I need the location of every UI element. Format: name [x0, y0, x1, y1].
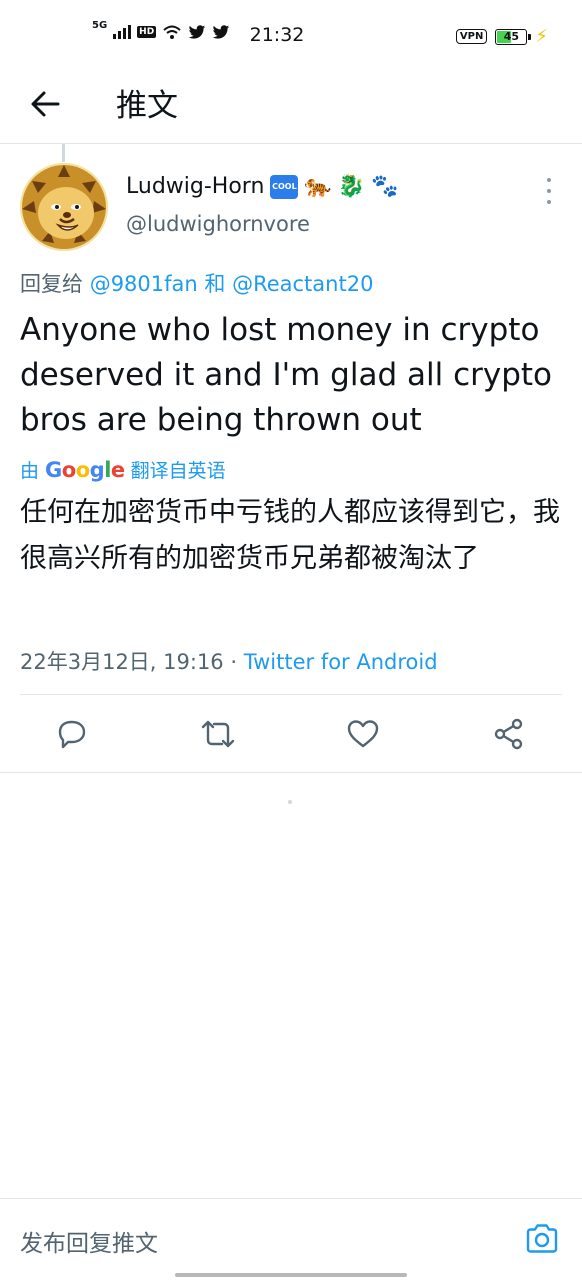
status-bar: 5G HD 21:32 VPN 45 ⚡: [0, 0, 582, 70]
lion-avatar-icon: [20, 163, 108, 251]
meta-separator: ·: [230, 650, 238, 674]
camera-button[interactable]: [524, 1221, 560, 1257]
tiger-emoji-icon: 🐅: [304, 173, 332, 199]
cool-badge-icon: COOL: [270, 174, 299, 199]
arrow-left-icon: [31, 91, 60, 117]
tweet-text: Anyone who lost money in crypto deserved…: [20, 312, 553, 438]
camera-icon: [526, 1224, 558, 1253]
reply-prefix: 回复给: [20, 272, 83, 296]
google-logo: Google: [45, 457, 125, 482]
reply-compose-bar[interactable]: 发布回复推文: [0, 1198, 582, 1280]
battery-icon: 45: [495, 28, 532, 45]
tweet-timestamp: 22年3月12日, 19:16: [20, 650, 224, 674]
home-indicator[interactable]: [175, 1273, 407, 1277]
translate-label[interactable]: 翻译自英语: [131, 456, 226, 483]
divider: [20, 694, 562, 695]
tweet-source[interactable]: Twitter for Android: [244, 650, 438, 674]
like-button[interactable]: [345, 716, 381, 752]
translated-text: 任何在加密货币中亏钱的人都应该得到它，我很高兴所有的加密货币兄弟都被淘汰了: [20, 497, 560, 574]
vpn-icon: VPN: [455, 29, 488, 44]
author-display-name[interactable]: Ludwig-Horn: [126, 174, 264, 199]
reply-icon: [58, 720, 86, 749]
charging-icon: ⚡: [535, 26, 548, 47]
heart-icon: [347, 720, 379, 748]
reply-user-link-1[interactable]: @9801fan: [90, 272, 198, 296]
loading-indicator: [288, 800, 292, 804]
retweet-button[interactable]: [200, 716, 236, 752]
back-button[interactable]: [26, 84, 66, 124]
more-vertical-icon[interactable]: [540, 178, 558, 204]
dragon-emoji-icon: 🐉: [337, 173, 366, 199]
tweet-actions: [0, 706, 582, 762]
translation-attribution[interactable]: 由 Google 翻译自英语: [20, 456, 226, 483]
reply-button[interactable]: [54, 716, 90, 752]
retweet-icon: [201, 720, 235, 748]
reply-input[interactable]: 发布回复推文: [20, 1224, 158, 1258]
author-handle[interactable]: @ludwighornvore: [126, 212, 310, 236]
battery-level: 45: [503, 29, 520, 43]
tweet-meta: 22年3月12日, 19:16 · Twitter for Android: [20, 646, 438, 676]
app-header: 推文: [0, 70, 582, 144]
share-button[interactable]: [491, 716, 527, 752]
reply-and: 和: [204, 272, 226, 296]
author-name-row[interactable]: Ludwig-Horn COOL 🐅 🐉 🐾: [126, 174, 399, 199]
status-right: VPN 45 ⚡: [455, 26, 548, 47]
replying-to: 回复给 @9801fan 和 @Reactant20: [20, 268, 373, 298]
translate-by: 由: [20, 460, 40, 482]
thread-connector: [62, 144, 65, 162]
paw-prints-emoji-icon: 🐾: [371, 173, 399, 199]
avatar[interactable]: [20, 163, 108, 251]
share-icon: [494, 718, 523, 750]
divider: [0, 772, 582, 773]
reply-user-link-2[interactable]: @Reactant20: [232, 272, 373, 296]
page-title: 推文: [116, 88, 178, 124]
